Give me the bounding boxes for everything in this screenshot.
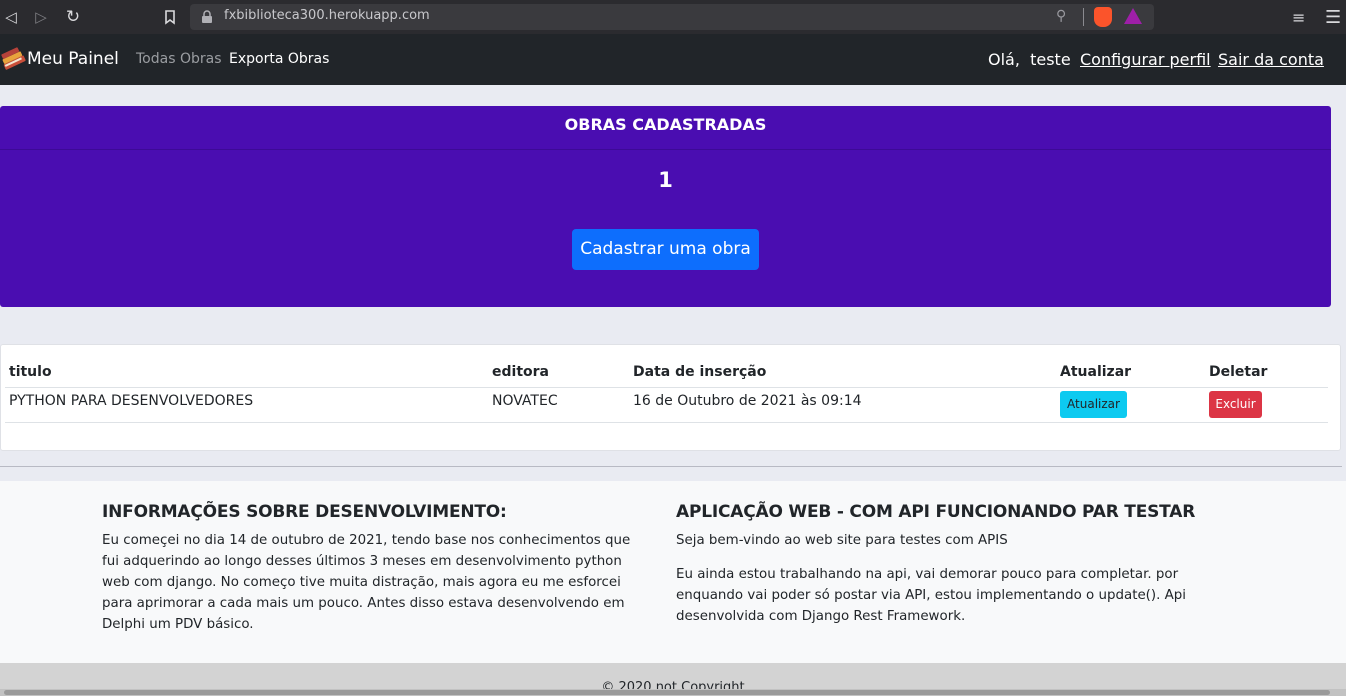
browser-toolbar: ◁ ▷ ↻ fxbiblioteca300.herokuapp.com ⚲ ≡ … bbox=[0, 0, 1346, 34]
development-info: INFORMAÇÕES SOBRE DESENVOLVIMENTO: Eu co… bbox=[102, 502, 647, 635]
menu-icon[interactable]: ☰ bbox=[1325, 7, 1341, 28]
nav-link-exporta-obras[interactable]: Exporta Obras bbox=[229, 51, 329, 67]
zoom-icon[interactable]: ⚲ bbox=[1056, 8, 1066, 24]
table-row-divider bbox=[5, 422, 1328, 423]
column-header-atualizar: Atualizar bbox=[1060, 364, 1132, 380]
user-greeting: Olá, teste bbox=[988, 50, 1071, 69]
column-header-titulo: titulo bbox=[9, 364, 52, 380]
column-header-editora: editora bbox=[492, 364, 549, 380]
summary-title: OBRAS CADASTRADAS bbox=[0, 106, 1331, 150]
web-app-api-text: Eu ainda estou trabalhando na api, vai d… bbox=[676, 567, 1187, 624]
url-text[interactable]: fxbiblioteca300.herokuapp.com bbox=[224, 8, 430, 23]
cell-data: 16 de Outubro de 2021 às 09:14 bbox=[633, 393, 862, 409]
reload-icon[interactable]: ↻ bbox=[63, 7, 83, 27]
works-table: titulo editora Data de inserção Atualiza… bbox=[0, 344, 1341, 451]
bookmark-icon[interactable] bbox=[160, 7, 180, 27]
books-icon bbox=[0, 47, 26, 71]
divider bbox=[1083, 8, 1084, 26]
bat-rewards-icon[interactable] bbox=[1124, 8, 1142, 24]
delete-button[interactable]: Excluir bbox=[1209, 391, 1262, 418]
development-info-text: Eu começei no dia 14 de outubro de 2021,… bbox=[102, 533, 631, 632]
back-icon[interactable]: ◁ bbox=[1, 7, 21, 27]
column-header-data: Data de inserção bbox=[633, 364, 767, 380]
cell-titulo: PYTHON PARA DESENVOLVEDORES bbox=[9, 393, 254, 409]
brave-shield-icon[interactable] bbox=[1094, 7, 1112, 27]
lock-icon bbox=[201, 9, 213, 23]
nav-link-todas-obras[interactable]: Todas Obras bbox=[136, 51, 221, 67]
cell-editora: NOVATEC bbox=[492, 393, 558, 409]
table-header-divider bbox=[5, 387, 1328, 388]
horizontal-scrollbar[interactable] bbox=[0, 689, 1346, 696]
web-app-info-title: APLICAÇÃO WEB - COM API FUNCIONANDO PAR … bbox=[676, 502, 1196, 522]
column-header-deletar: Deletar bbox=[1209, 364, 1268, 380]
web-app-welcome-text: Seja bem-vindo ao web site para testes c… bbox=[676, 533, 1008, 548]
update-button[interactable]: Atualizar bbox=[1060, 391, 1127, 418]
development-info-title: INFORMAÇÕES SOBRE DESENVOLVIMENTO: bbox=[102, 502, 507, 522]
works-count: 1 bbox=[658, 168, 673, 192]
info-section: INFORMAÇÕES SOBRE DESENVOLVIMENTO: Eu co… bbox=[0, 481, 1346, 663]
address-bar[interactable]: fxbiblioteca300.herokuapp.com ⚲ bbox=[190, 4, 1154, 30]
section-divider bbox=[0, 466, 1342, 467]
web-app-info: APLICAÇÃO WEB - COM API FUNCIONANDO PAR … bbox=[676, 502, 1236, 627]
playlist-icon[interactable]: ≡ bbox=[1292, 8, 1305, 27]
brand-title[interactable]: Meu Painel bbox=[27, 49, 119, 69]
logout-link[interactable]: Sair da conta bbox=[1218, 50, 1324, 69]
site-navbar: Meu Painel Todas Obras Exporta Obras Olá… bbox=[0, 34, 1346, 85]
brand[interactable]: Meu Painel bbox=[0, 47, 119, 71]
summary-card: OBRAS CADASTRADAS 1 Cadastrar uma obra bbox=[0, 106, 1331, 307]
forward-icon[interactable]: ▷ bbox=[31, 7, 51, 27]
add-work-button[interactable]: Cadastrar uma obra bbox=[572, 229, 759, 270]
scrollbar-thumb[interactable] bbox=[4, 690, 1330, 695]
profile-link[interactable]: Configurar perfil bbox=[1080, 50, 1211, 69]
